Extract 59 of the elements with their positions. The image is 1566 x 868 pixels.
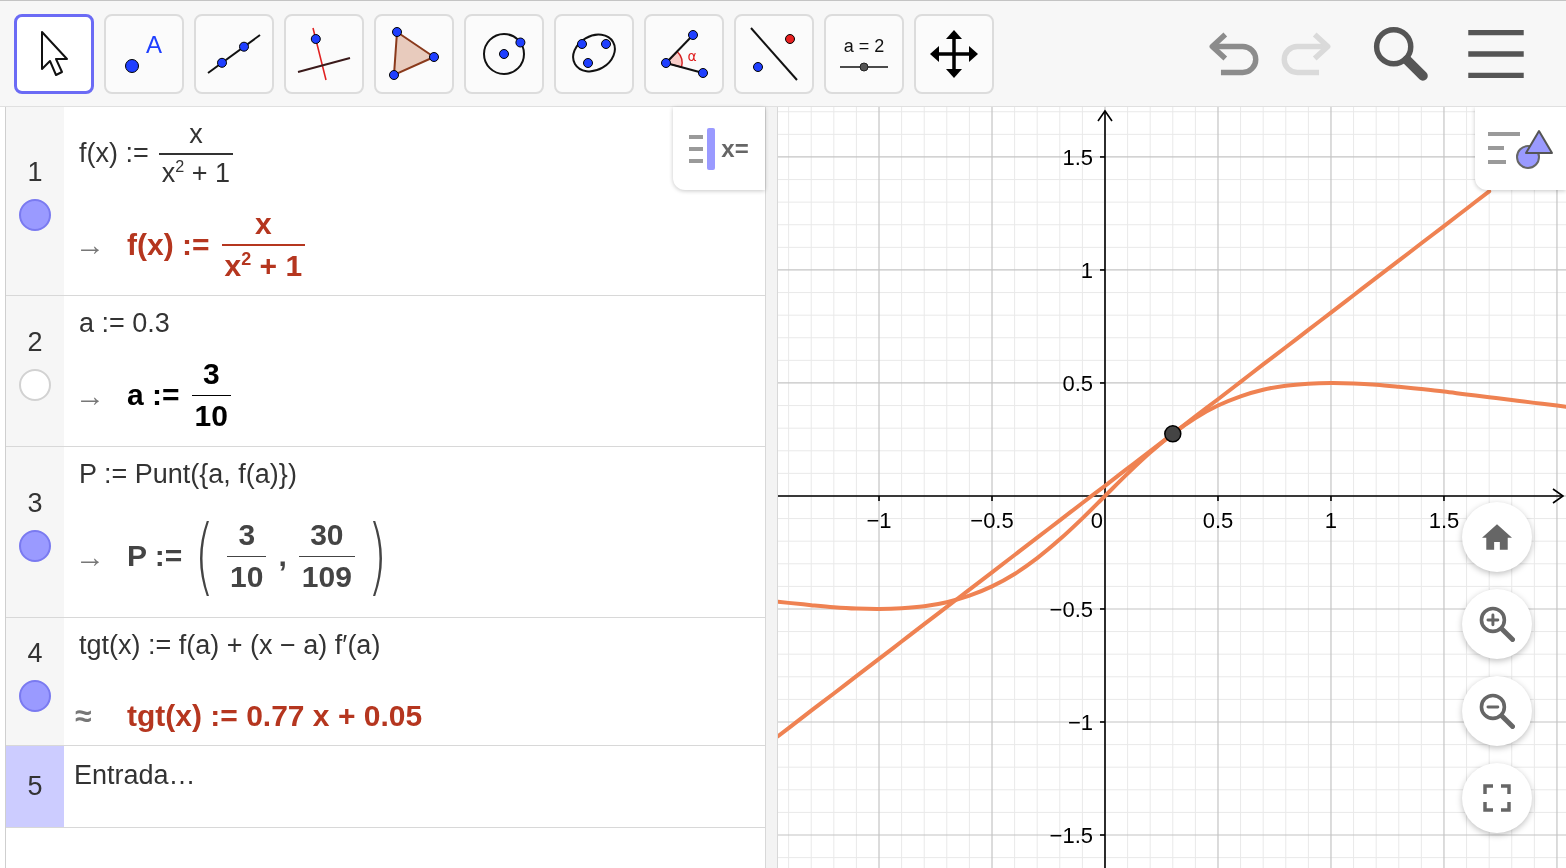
axis-tick-label: −1 bbox=[866, 508, 892, 533]
row-number: 5 bbox=[27, 771, 43, 803]
axis-tick-label: 0.5 bbox=[1062, 370, 1093, 396]
axis-tick-label: 1 bbox=[1080, 257, 1093, 283]
perpendicular-lines-icon bbox=[296, 25, 352, 82]
result-symbol: → bbox=[75, 228, 106, 262]
triangle-icon bbox=[389, 27, 439, 80]
row-number: 4 bbox=[27, 637, 43, 669]
row-number: 2 bbox=[27, 327, 43, 359]
row-number: 3 bbox=[27, 488, 43, 520]
axis-tick-label: 0 bbox=[1090, 508, 1104, 533]
output-formula: f(x) := x x$^{2}$ + 1 bbox=[127, 206, 306, 284]
input-formula[interactable]: a := 0.3 bbox=[79, 308, 170, 340]
tool-button[interactable]: a = 2 bbox=[824, 13, 904, 94]
undo-arrow-icon bbox=[1209, 31, 1259, 76]
tool-button[interactable]: α bbox=[644, 13, 724, 94]
axis-tick-label: 1.5 bbox=[1062, 144, 1093, 170]
algebra-style-button[interactable]: x= bbox=[673, 107, 765, 190]
redo-arrow-icon bbox=[1281, 31, 1331, 76]
result-symbol: → bbox=[75, 378, 106, 413]
fullscreen-icon bbox=[1483, 784, 1511, 812]
zoom-in-button[interactable] bbox=[1462, 589, 1532, 659]
tool-button[interactable] bbox=[14, 13, 94, 94]
axis-tick-label: 1.5 bbox=[1428, 508, 1460, 533]
search-icon bbox=[1373, 25, 1429, 82]
cursor-arrow-icon bbox=[39, 30, 69, 77]
line-and-points-icon bbox=[749, 26, 799, 81]
axis-tick-label: 0.5 bbox=[1202, 508, 1234, 533]
input-formula[interactable]: f(x) := x x$^{2}$ + 1 bbox=[79, 119, 234, 189]
visibility-toggle[interactable] bbox=[19, 530, 51, 563]
input-field[interactable]: Entrada… bbox=[74, 755, 753, 796]
zoom-in-icon bbox=[1479, 606, 1515, 642]
point-marker[interactable] bbox=[1164, 425, 1182, 443]
menu-icon bbox=[1468, 29, 1524, 78]
graphics-style-button[interactable] bbox=[1475, 107, 1566, 190]
axis-tick-label: −0.5 bbox=[1049, 597, 1093, 622]
graph-plot[interactable]: −1 −0.5 0 0.5 1 1.5 −1.5 −1 −0.5 0.5 1 1.5 bbox=[778, 107, 1566, 868]
home-button[interactable] bbox=[1462, 502, 1532, 572]
axis-tick-label: −1.5 bbox=[1049, 823, 1093, 848]
axis-tick-label: 1 bbox=[1324, 508, 1338, 533]
axis-tick-label: −0.5 bbox=[970, 508, 1014, 533]
circle-icon bbox=[481, 31, 527, 76]
input-formula[interactable]: tgt(x) := f(a) + (x − a) f′(a) bbox=[79, 630, 381, 662]
zoom-out-button[interactable] bbox=[1462, 676, 1532, 746]
input-formula[interactable]: P := Punt({a, f(a)}) bbox=[79, 458, 297, 490]
home-icon bbox=[1482, 524, 1512, 550]
visibility-toggle[interactable] bbox=[19, 679, 51, 712]
tool-button[interactable]: A bbox=[104, 13, 184, 94]
fullscreen-button[interactable] bbox=[1462, 763, 1532, 833]
four-way-arrow-icon bbox=[929, 28, 979, 79]
row-number: 1 bbox=[27, 157, 43, 189]
ellipse-icon bbox=[571, 33, 617, 74]
axis-tick-label: −1 bbox=[1067, 710, 1093, 735]
result-symbol: → bbox=[75, 539, 106, 574]
line-through-points-icon bbox=[206, 31, 262, 76]
result-symbol: ≈ bbox=[75, 699, 93, 734]
zoom-out-icon bbox=[1479, 693, 1515, 729]
output-formula: tgt(x) := 0.77 x + 0.05 bbox=[127, 698, 423, 734]
visibility-toggle[interactable] bbox=[19, 199, 51, 232]
